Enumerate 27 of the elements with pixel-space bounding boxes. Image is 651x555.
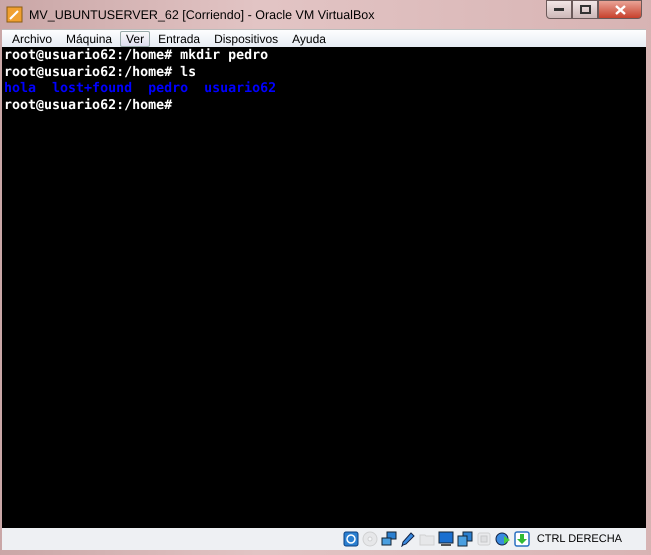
menu-item[interactable]: Máquina	[60, 30, 118, 46]
maximize-button[interactable]	[572, 0, 598, 19]
maximize-icon	[580, 5, 590, 14]
download-icon[interactable]	[514, 531, 530, 547]
close-button[interactable]	[598, 0, 642, 19]
directory-name: pedro	[148, 81, 188, 98]
network-icon[interactable]	[380, 531, 397, 547]
directory-name: lost+found	[52, 81, 132, 98]
directory-name: hola	[4, 81, 36, 98]
pen-icon[interactable]	[400, 531, 416, 547]
close-icon	[614, 4, 626, 14]
window-title: MV_UBUNTUSERVER_62 [Corriendo] - Oracle VM VirtualBox	[29, 8, 374, 22]
terminal-line: root@usuario62:/home# mkdir pedro	[4, 48, 268, 65]
menu-item[interactable]: Archivo	[6, 30, 58, 46]
terminal-line: root@usuario62:/home#	[4, 98, 172, 114]
monitor-icon[interactable]	[438, 531, 454, 547]
terminal-line: root@usuario62:/home# ls	[4, 64, 196, 82]
menu-item[interactable]: Ayuda	[286, 30, 332, 46]
menu-item[interactable]: Ver	[120, 30, 150, 46]
menu-item[interactable]: Entrada	[152, 30, 206, 46]
minimize-icon	[554, 8, 564, 12]
minimize-button[interactable]	[546, 0, 572, 19]
directory-name: usuario62	[204, 81, 276, 98]
app-icon	[6, 6, 23, 23]
host-key-label: CTRL DERECHA	[536, 533, 622, 545]
windows-icon[interactable]	[456, 531, 473, 547]
menu-item[interactable]: Dispositivos	[208, 30, 284, 46]
